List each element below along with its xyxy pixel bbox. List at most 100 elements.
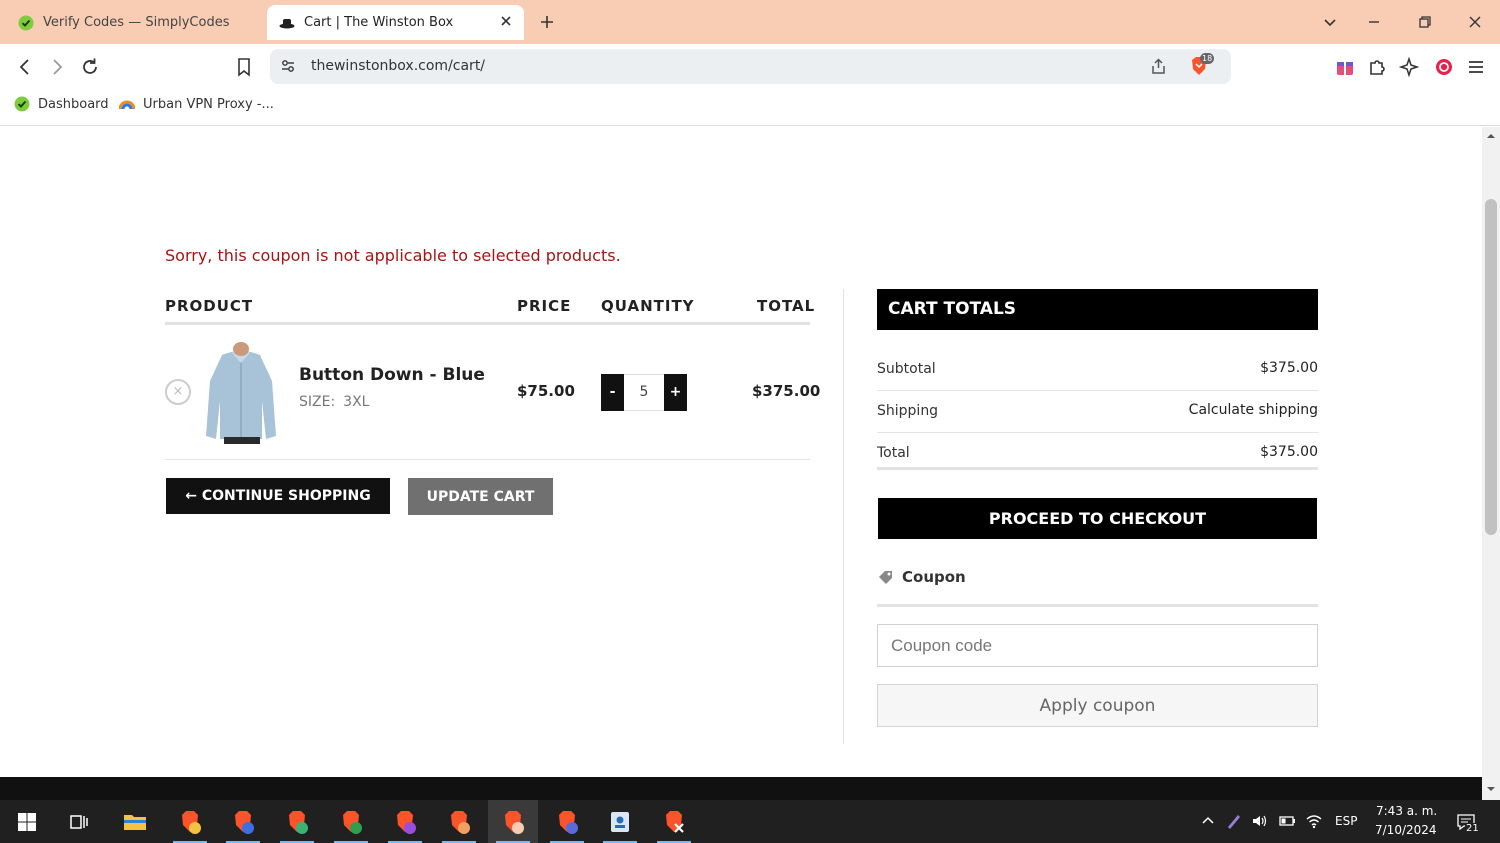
- brave-browser-icon: [559, 810, 578, 834]
- subtotal-row: Subtotal $375.00: [877, 349, 1318, 391]
- coupon-title: Coupon: [902, 568, 966, 586]
- scrollbar-thumb[interactable]: [1485, 199, 1497, 535]
- column-header-product: PRODUCT: [165, 297, 254, 315]
- apply-coupon-button[interactable]: Apply coupon: [877, 684, 1318, 727]
- forward-icon[interactable]: [46, 56, 68, 78]
- coupon-divider: [877, 604, 1318, 607]
- brave-browser-icon: [289, 810, 308, 834]
- clock-time[interactable]: 7:43 a. m.: [1376, 804, 1437, 818]
- urban-vpn-icon: [119, 100, 135, 110]
- bookmark-icon[interactable]: [233, 56, 255, 78]
- bookmark-dashboard[interactable]: Dashboard: [14, 96, 109, 112]
- brave-browser-icon: [666, 810, 684, 833]
- brave-browser-icon: [505, 810, 524, 834]
- update-cart-button[interactable]: UPDATE CART: [408, 478, 553, 515]
- brave-window-8[interactable]: [542, 800, 592, 843]
- bookmark-label: Dashboard: [38, 96, 109, 112]
- product-name-link[interactable]: Button Down - Blue: [299, 365, 485, 385]
- brave-window-1[interactable]: [165, 800, 215, 843]
- show-hidden-icons-chevron-icon[interactable]: [1199, 812, 1217, 830]
- scroll-down-arrow-icon[interactable]: [1486, 784, 1496, 794]
- contacts-app-button[interactable]: [595, 800, 645, 843]
- remove-item-button[interactable]: ×: [165, 379, 191, 405]
- product-variation: SIZE: 3XL: [299, 394, 369, 410]
- subtotal-label: Subtotal: [877, 361, 936, 377]
- simplycodes-icon: [14, 96, 30, 112]
- total-label: Total: [877, 445, 910, 461]
- clock-date[interactable]: 7/10/2024: [1375, 823, 1437, 837]
- task-view-icon: [70, 814, 88, 829]
- extensions-puzzle-icon[interactable]: [1366, 56, 1388, 78]
- input-language[interactable]: ESP: [1335, 814, 1357, 828]
- column-header-total: TOTAL: [757, 297, 816, 315]
- subtotal-value: $375.00: [1260, 360, 1318, 376]
- task-view-button[interactable]: [54, 800, 104, 843]
- brave-window-4[interactable]: [326, 800, 376, 843]
- size-label: SIZE:: [299, 394, 336, 410]
- reload-icon[interactable]: [79, 56, 101, 78]
- tab-title: Verify Codes — SimplyCodes: [43, 15, 230, 30]
- restore-icon[interactable]: [1416, 13, 1434, 31]
- address-bar[interactable]: thewinstonbox.com/cart/ 18: [270, 49, 1231, 84]
- wifi-icon[interactable]: [1305, 812, 1323, 830]
- start-button[interactable]: [2, 800, 52, 843]
- column-divider: [843, 289, 844, 744]
- coupon-code-input[interactable]: [877, 624, 1318, 667]
- bookmark-label: Urban VPN Proxy -...: [143, 96, 274, 112]
- tab-title: Cart | The Winston Box: [304, 15, 454, 30]
- continue-shopping-button[interactable]: ← CONTINUE SHOPPING: [166, 478, 390, 514]
- brave-window-2[interactable]: [218, 800, 268, 843]
- contact-card-icon: [611, 811, 629, 832]
- tab-winston-box-cart[interactable]: Cart | The Winston Box: [267, 5, 524, 40]
- proceed-to-checkout-button[interactable]: PROCEED TO CHECKOUT: [878, 498, 1317, 539]
- share-icon[interactable]: [1149, 57, 1168, 76]
- brave-browser-icon: [182, 810, 201, 834]
- pen-icon[interactable]: [1225, 812, 1243, 830]
- size-value: 3XL: [343, 394, 370, 410]
- coupon-error-notice: Sorry, this coupon is not applicable to …: [165, 246, 621, 265]
- windows-taskbar: ESP 7:43 a. m. 7/10/2024 21: [0, 800, 1500, 843]
- leo-ai-icon[interactable]: [1399, 56, 1421, 78]
- quantity-increase-button[interactable]: +: [664, 374, 687, 411]
- minimize-icon[interactable]: [1365, 13, 1383, 31]
- close-window-icon[interactable]: [1466, 13, 1484, 31]
- quantity-decrease-button[interactable]: -: [601, 374, 624, 411]
- coupon-toggle[interactable]: Coupon: [877, 568, 966, 586]
- brave-browser-icon: [343, 810, 362, 834]
- product-thumbnail[interactable]: [200, 341, 282, 444]
- calculate-shipping-link[interactable]: Calculate shipping: [1189, 402, 1318, 418]
- profile-extension-icon[interactable]: [1433, 56, 1455, 78]
- tab-verify-codes[interactable]: Verify Codes — SimplyCodes: [8, 5, 258, 40]
- brave-window-5[interactable]: [380, 800, 430, 843]
- battery-icon[interactable]: [1278, 812, 1296, 830]
- url-text: thewinstonbox.com/cart/: [311, 58, 486, 74]
- page-scrollbar[interactable]: [1482, 127, 1500, 800]
- quantity-stepper: - 5 +: [601, 374, 687, 411]
- table-header-divider: [165, 322, 810, 325]
- brave-window-10[interactable]: [649, 800, 699, 843]
- new-tab-icon[interactable]: [538, 13, 556, 31]
- table-row-divider: [165, 459, 810, 460]
- item-price: $75.00: [517, 382, 575, 400]
- brave-browser-icon: [451, 810, 470, 834]
- folder-icon: [124, 814, 146, 830]
- brave-window-6[interactable]: [434, 800, 484, 843]
- bookmarks-bar: Dashboard Urban VPN Proxy -...: [0, 90, 1500, 126]
- back-icon[interactable]: [14, 56, 36, 78]
- brave-window-3[interactable]: [272, 800, 322, 843]
- shipping-row: Shipping Calculate shipping: [877, 391, 1318, 433]
- site-settings-icon[interactable]: [280, 58, 296, 74]
- tab-search-chevron-icon[interactable]: [1321, 13, 1339, 31]
- volume-icon[interactable]: [1251, 812, 1269, 830]
- brave-window-active[interactable]: [488, 800, 538, 843]
- file-explorer-button[interactable]: [110, 800, 160, 843]
- scroll-up-arrow-icon[interactable]: [1486, 131, 1496, 141]
- menu-icon[interactable]: [1465, 56, 1487, 78]
- bookmark-urban-vpn[interactable]: Urban VPN Proxy -...: [119, 96, 274, 112]
- close-tab-icon[interactable]: [498, 13, 514, 29]
- extension-gift-icon[interactable]: [1334, 56, 1356, 78]
- total-value: $375.00: [1260, 444, 1318, 460]
- column-header-quantity: QUANTITY: [601, 297, 695, 315]
- simplycodes-favicon-icon: [18, 15, 34, 30]
- quantity-input[interactable]: 5: [624, 374, 664, 411]
